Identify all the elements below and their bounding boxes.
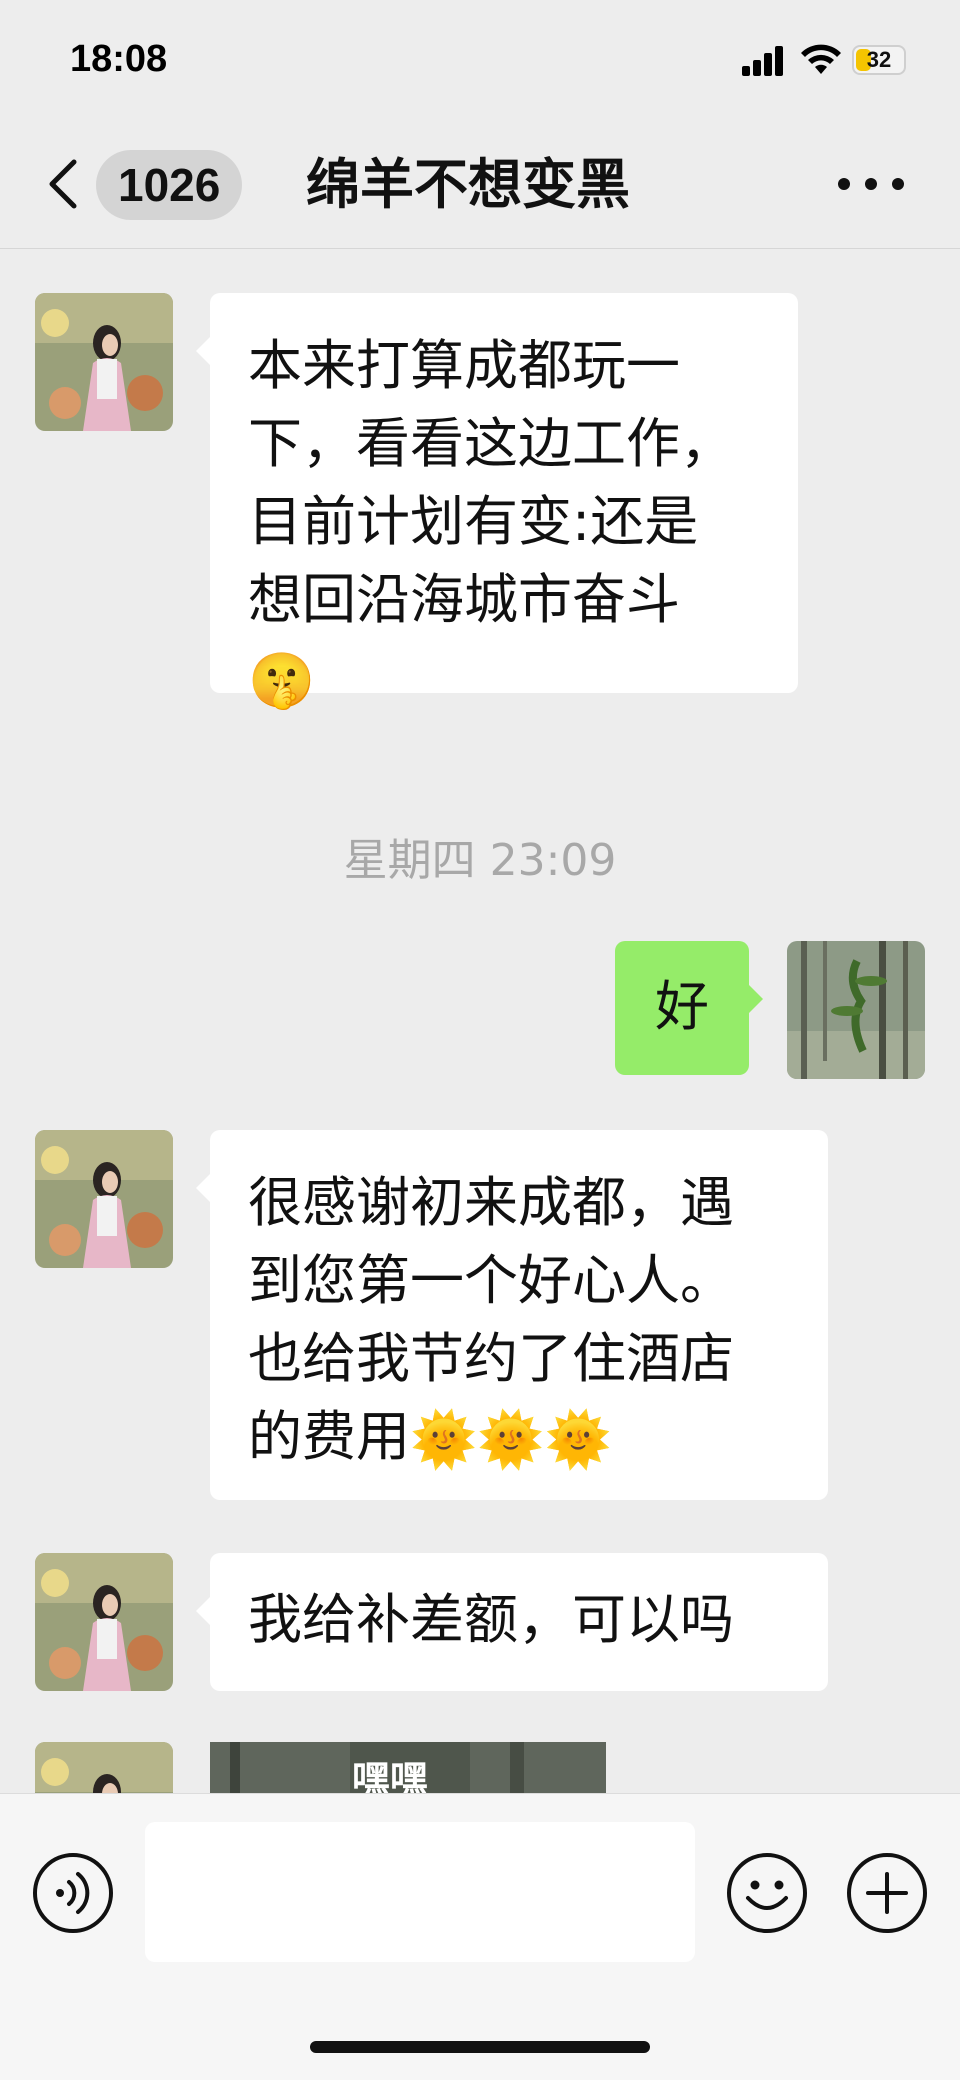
home-indicator[interactable] [310,2041,650,2053]
message-line: 目前计划有变:还是 [248,490,699,553]
message-line: 想回沿海城市奋斗 [248,568,680,631]
message-line: 很感谢初来成都，遇 [248,1171,734,1234]
chat-title: 绵羊不想变黑 [306,153,630,216]
own-avatar[interactable] [787,941,925,1079]
contact-avatar[interactable] [35,1742,173,1793]
message-line: 的费用 [248,1405,410,1468]
wifi-icon [801,44,841,74]
emoji-icon[interactable] [726,1852,808,1934]
voice-icon[interactable] [32,1852,114,1934]
message-line: 也给我节约了住酒店 [248,1327,734,1390]
message-text: 我给补差额，可以吗 [248,1588,734,1651]
input-bar [0,1793,960,2080]
battery-icon: 32 [852,45,906,75]
status-bar: 18:08 32 [0,0,960,120]
message-list[interactable]: 本来打算成都玩一 下，看看这边工作， 目前计划有变:还是 想回沿海城市奋斗 🤫 … [0,249,960,1793]
message-input[interactable] [145,1822,695,1962]
contact-avatar[interactable] [35,1130,173,1268]
chat-header: 1026 绵羊不想变黑 [0,120,960,249]
shushing-emoji: 🤫 [248,649,316,713]
message-bubble-own[interactable]: 好 [615,941,763,1075]
contact-avatar[interactable] [35,1553,173,1691]
chevron-left-icon[interactable] [46,158,80,210]
message-bubble[interactable]: 本来打算成都玩一 下，看看这边工作， 目前计划有变:还是 想回沿海城市奋斗 🤫 [196,293,798,712]
message-bubble[interactable]: 很感谢初来成都，遇 到您第一个好心人。 也给我节约了住酒店 的费用🌞🌞🌞 [196,1130,828,1500]
status-time: 18:08 [70,38,168,80]
signal-icon [742,46,783,76]
message-timestamp: 星期四 23:09 [343,835,617,886]
contact-avatar[interactable] [35,293,173,431]
message-bubble[interactable]: 我给补差额，可以吗 [196,1553,828,1691]
unread-count-badge[interactable]: 1026 [96,150,243,220]
message-line: 本来打算成都玩一 [248,334,680,397]
plus-icon[interactable] [846,1852,928,1934]
message-line: 下，看看这边工作， [248,412,734,475]
message-line: 到您第一个好心人。 [248,1249,734,1312]
battery-text: 32 [866,47,892,72]
message-text: 好 [655,975,709,1038]
video-message-thumbnail[interactable]: 嘿嘿 [210,1742,606,1793]
more-dots-icon[interactable] [836,176,906,192]
sun-emoji: 🌞🌞🌞 [410,1408,612,1472]
video-caption: 嘿嘿 [352,1758,429,1793]
